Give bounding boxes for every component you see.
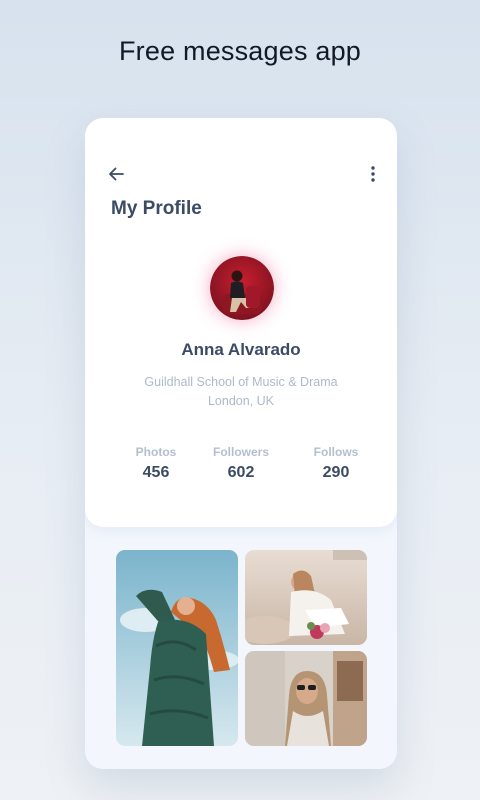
more-vertical-icon[interactable] [365,162,381,186]
stat-value: 456 [142,464,170,481]
gallery-photo-woman-hijab[interactable] [245,651,367,746]
arrow-left-icon[interactable] [107,164,129,184]
stat-followers[interactable]: Followers 602 [196,445,286,482]
stat-label: Follows [313,445,359,459]
gallery-photo-woman-sweater[interactable] [116,550,238,746]
phone-screen: My Profile Anna Alvarado Guildhall Schoo… [85,118,397,769]
stat-label: Followers [212,445,269,459]
stat-value: 602 [227,464,255,481]
profile-location: London, UK [207,394,275,408]
stat-photos[interactable]: Photos 456 [111,445,201,482]
gallery-photo-woman-sand[interactable] [245,550,367,645]
profile-school: Guildhall School of Music & Drama [144,375,338,389]
stat-label: Photos [135,445,177,459]
app-showcase: Free messages app My Profile Anna Alvara… [0,0,480,800]
stat-follows[interactable]: Follows 290 [291,445,381,482]
stat-value: 290 [322,464,350,481]
avatar[interactable] [210,256,274,320]
profile-card: My Profile Anna Alvarado Guildhall Schoo… [85,118,397,527]
headline: Free messages app [118,36,362,66]
page-title: My Profile [111,198,202,219]
profile-name: Anna Alvarado [181,340,301,359]
